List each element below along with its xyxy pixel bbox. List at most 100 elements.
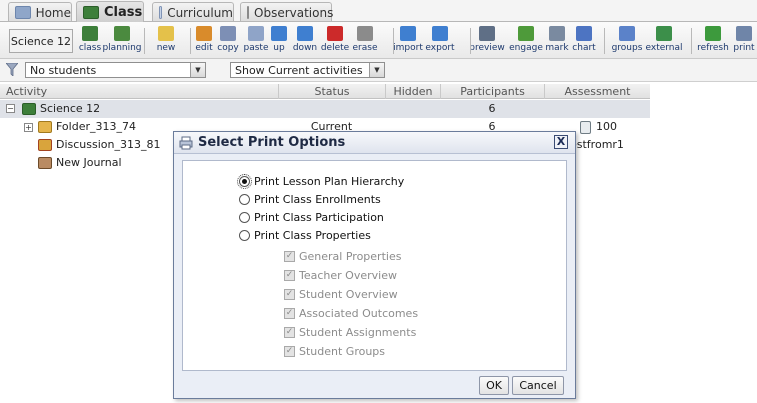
- column-activity[interactable]: Activity: [0, 84, 278, 99]
- students-filter-select[interactable]: No students ▼: [25, 62, 206, 78]
- tab-observations[interactable]: Observations: [240, 2, 333, 22]
- column-status[interactable]: Status: [278, 84, 385, 99]
- filter-icon[interactable]: [6, 63, 18, 76]
- close-icon[interactable]: X: [554, 135, 568, 149]
- class-button[interactable]: class: [74, 26, 106, 56]
- chart-button[interactable]: chart: [568, 26, 600, 56]
- checkmark-icon: ✓: [284, 307, 295, 319]
- radio-button[interactable]: [239, 193, 250, 205]
- export-icon: [432, 26, 448, 41]
- chevron-down-icon[interactable]: ▼: [369, 63, 384, 77]
- discussion-icon: [38, 139, 52, 151]
- external-button[interactable]: external: [645, 26, 683, 56]
- option-print-class-enrollments[interactable]: Print Class Enrollments: [239, 191, 381, 207]
- engage-button[interactable]: engage: [509, 26, 543, 56]
- checkmark-icon: ✓: [284, 288, 295, 300]
- radio-button[interactable]: [239, 211, 250, 223]
- toolbar-separator: [470, 28, 471, 54]
- assessment-value: 100: [596, 120, 617, 133]
- observations-icon: [247, 6, 249, 19]
- refresh-button[interactable]: refresh: [697, 26, 729, 56]
- collapse-toggle[interactable]: −: [6, 104, 15, 113]
- tab-class[interactable]: Class: [76, 1, 144, 22]
- curriculum-icon: [159, 6, 163, 19]
- dialog-body: Print Lesson Plan Hierarchy Print Class …: [182, 160, 567, 371]
- activity-name: New Journal: [56, 156, 122, 169]
- edit-icon: [196, 26, 212, 41]
- import-button[interactable]: import: [392, 26, 424, 56]
- class-icon: [22, 103, 36, 115]
- class-name-badge: Science 12: [9, 29, 73, 53]
- home-icon: [15, 6, 31, 19]
- checkbox-general-properties: ✓ General Properties: [284, 249, 402, 263]
- refresh-icon: [705, 26, 721, 41]
- dialog-title-bar[interactable]: Select Print Options X: [174, 132, 575, 154]
- column-assessment[interactable]: Assessment: [544, 84, 650, 99]
- checkmark-icon: ✓: [284, 269, 295, 281]
- arrow-up-icon: [271, 26, 287, 41]
- print-options-dialog: Select Print Options X Print Lesson Plan…: [173, 131, 576, 399]
- assessment-value: estfromr1: [570, 138, 624, 151]
- planning-button[interactable]: planning: [102, 26, 142, 56]
- arrow-down-icon: [297, 26, 313, 41]
- toolbar-separator: [604, 28, 605, 54]
- planning-icon: [114, 26, 130, 41]
- print-button[interactable]: print: [728, 26, 757, 56]
- preview-button[interactable]: preview: [469, 26, 505, 56]
- class-icon: [83, 5, 99, 19]
- checkbox-student-groups: ✓ Student Groups: [284, 344, 386, 358]
- option-print-class-properties[interactable]: Print Class Properties: [239, 227, 371, 243]
- journal-icon: [38, 157, 52, 169]
- ok-button[interactable]: OK: [479, 376, 509, 395]
- external-icon: [656, 26, 672, 41]
- chevron-down-icon[interactable]: ▼: [190, 63, 205, 77]
- tab-home[interactable]: Home: [8, 2, 72, 22]
- class-icon: [82, 26, 98, 41]
- participants-value: 6: [488, 102, 496, 115]
- checkbox-associated-outcomes: ✓ Associated Outcomes: [284, 306, 419, 320]
- expand-toggle[interactable]: +: [24, 123, 33, 132]
- radio-button[interactable]: [239, 229, 250, 241]
- erase-icon: [357, 26, 373, 41]
- toolbar: Science 12 class planning new edit copy paste…: [0, 22, 757, 59]
- dialog-footer: OK Cancel: [174, 372, 575, 398]
- toolbar-separator: [691, 28, 692, 54]
- activities-filter-select[interactable]: Show Current activities ▼: [230, 62, 385, 78]
- copy-icon: [220, 26, 236, 41]
- groups-button[interactable]: groups: [611, 26, 643, 56]
- tab-curriculum[interactable]: Curriculum: [152, 2, 234, 22]
- checkbox-student-assignments: ✓ Student Assignments: [284, 325, 417, 339]
- delete-button[interactable]: delete: [319, 26, 351, 56]
- table-row[interactable]: − Science 12 6: [0, 100, 650, 118]
- toolbar-separator: [190, 28, 191, 54]
- checkmark-icon: ✓: [284, 250, 295, 262]
- toolbar-separator: [393, 28, 394, 54]
- groups-icon: [619, 26, 635, 41]
- column-hidden[interactable]: Hidden: [385, 84, 440, 99]
- paste-icon: [248, 26, 264, 41]
- activity-name: Folder_313_74: [56, 120, 136, 133]
- print-icon: [179, 136, 193, 150]
- gradebook-icon: [580, 121, 591, 134]
- down-button[interactable]: down: [289, 26, 321, 56]
- export-button[interactable]: export: [424, 26, 456, 56]
- grid-header: Activity Status Hidden Participants Asse…: [0, 84, 650, 99]
- erase-button[interactable]: erase: [349, 26, 381, 56]
- option-print-class-participation[interactable]: Print Class Participation: [239, 209, 384, 225]
- checkmark-icon: ✓: [284, 345, 295, 357]
- tab-bar: Home Class Curriculum Observations: [0, 0, 757, 22]
- radio-button-selected[interactable]: [237, 173, 252, 189]
- activity-name: Science 12: [40, 102, 101, 115]
- delete-icon: [327, 26, 343, 41]
- column-participants[interactable]: Participants: [440, 84, 544, 99]
- folder-icon: [38, 121, 52, 133]
- option-print-lesson-plan-hierarchy[interactable]: Print Lesson Plan Hierarchy: [237, 173, 404, 189]
- checkbox-teacher-overview: ✓ Teacher Overview: [284, 268, 397, 282]
- cancel-button[interactable]: Cancel: [512, 376, 564, 395]
- preview-icon: [479, 26, 495, 41]
- new-button[interactable]: new: [150, 26, 182, 56]
- import-icon: [400, 26, 416, 41]
- checkmark-icon: ✓: [284, 326, 295, 338]
- chart-icon: [576, 26, 592, 41]
- print-icon: [736, 26, 752, 41]
